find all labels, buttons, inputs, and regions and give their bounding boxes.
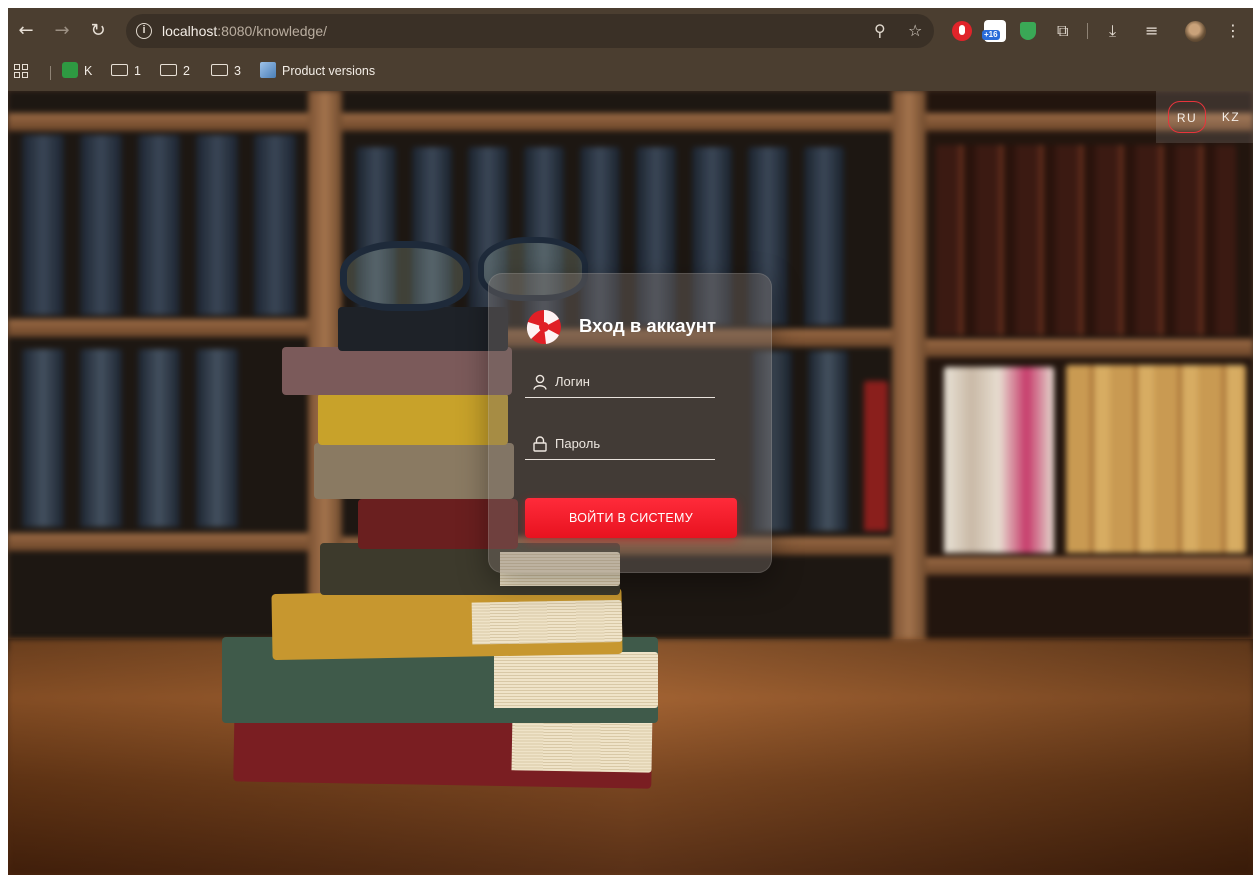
reload-icon[interactable]: ↻ <box>88 21 108 41</box>
address-bar[interactable]: i localhost:8080/knowledge/ ⚲ ☆ <box>126 14 934 48</box>
bookmark-folder-1[interactable]: 1 <box>111 61 141 81</box>
language-switcher: RU KZ <box>1156 91 1253 143</box>
adblock-extension-icon[interactable] <box>952 21 972 41</box>
url-path: :8080/knowledge/ <box>217 23 328 39</box>
login-field[interactable] <box>525 366 715 398</box>
forward-arrow-icon[interactable]: → <box>52 21 72 41</box>
login-input[interactable] <box>555 370 710 392</box>
bookmark-label: Product versions <box>282 64 376 78</box>
url-text[interactable]: localhost:8080/knowledge/ <box>162 23 327 39</box>
extension-badge: +16 <box>982 30 1000 40</box>
bookmark-label: 3 <box>234 64 241 78</box>
password-field[interactable] <box>525 428 715 460</box>
toolbar-divider <box>1087 23 1088 39</box>
folder-icon <box>111 64 128 76</box>
bookmarks-divider <box>50 66 51 80</box>
bookmark-folder-3[interactable]: 3 <box>211 61 241 81</box>
browser-chrome: ← → ↻ i localhost:8080/knowledge/ ⚲ ☆ +1… <box>8 8 1253 91</box>
password-input[interactable] <box>555 432 710 454</box>
bookmark-folder-2[interactable]: 2 <box>160 61 190 81</box>
bookmark-star-icon[interactable]: ☆ <box>908 21 922 41</box>
bookmark-label: K <box>84 64 93 78</box>
extensions-puzzle-icon[interactable]: ⧉ <box>1057 21 1068 41</box>
bookmarks-bar: K 1 2 3 Product versions <box>8 58 1253 84</box>
download-icon[interactable]: ⤓ <box>1109 21 1116 41</box>
user-icon <box>533 374 547 390</box>
url-host: localhost <box>162 23 218 39</box>
bookmark-product-versions[interactable]: Product versions <box>260 61 375 81</box>
login-page: RU KZ Вход в аккаунт Логин ВОЙТИ В СИСТЕ… <box>8 91 1253 875</box>
reading-list-icon[interactable]: ≡ <box>1145 21 1158 41</box>
login-title: Вход в аккаунт <box>579 315 717 336</box>
bookmark-label: 1 <box>134 64 141 78</box>
language-ru-button[interactable]: RU <box>1168 101 1206 133</box>
menu-kebab-icon[interactable]: ⋮ <box>1225 21 1241 41</box>
apps-grid-icon[interactable] <box>14 64 28 78</box>
zoom-icon[interactable]: ⚲ <box>874 21 886 41</box>
shield-extension-icon[interactable] <box>1020 22 1036 40</box>
bookmark-k[interactable]: K <box>62 61 92 81</box>
lock-icon <box>533 436 547 452</box>
back-arrow-icon[interactable]: ← <box>16 21 36 41</box>
k-favicon-icon <box>62 62 78 78</box>
profile-avatar[interactable] <box>1185 21 1206 42</box>
login-card: Вход в аккаунт ВОЙТИ В СИСТЕМУ <box>488 273 772 573</box>
browser-toolbar: ← → ↻ i localhost:8080/knowledge/ ⚲ ☆ +1… <box>8 8 1253 54</box>
site-info-icon[interactable]: i <box>136 23 152 39</box>
product-versions-favicon-icon <box>260 62 276 78</box>
bookmark-label: 2 <box>183 64 190 78</box>
folder-icon <box>211 64 228 76</box>
login-submit-button[interactable]: ВОЙТИ В СИСТЕМУ <box>525 498 737 538</box>
brand-logo-icon <box>526 310 561 344</box>
folder-icon <box>160 64 177 76</box>
calendar-extension-icon[interactable]: +16 <box>982 20 1006 42</box>
language-kz-button[interactable]: KZ <box>1214 101 1248 133</box>
